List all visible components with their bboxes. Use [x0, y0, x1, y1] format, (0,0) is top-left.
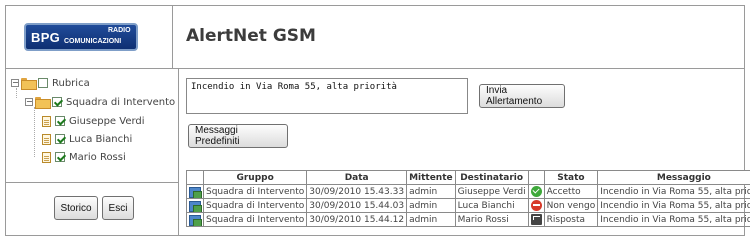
table-header-mittente[interactable]: Mittente — [406, 170, 456, 185]
row-cell-message: Incendio in Via Roma 55, alta priorità — [597, 184, 750, 199]
row-cell-status: Risposta — [543, 212, 599, 227]
group-alert-icon[interactable] — [189, 186, 202, 198]
row-cell-group: Squadra di Intervento — [202, 184, 308, 199]
row-cell-icon[interactable] — [186, 198, 204, 213]
tree-node-member[interactable]: Giuseppe Verdi — [42, 114, 145, 128]
row-cell-status: Non vengo — [543, 198, 599, 213]
table-header-row: Gruppo Data Mittente Destinatario Stato … — [186, 170, 750, 185]
row-cell-date: 30/09/2010 15.44.12 — [306, 212, 408, 227]
row-cell-message: Incendio in Via Roma 55, alta priorità — [597, 212, 750, 227]
tree-node-label: Giuseppe Verdi — [69, 115, 145, 127]
app-title: AlertNet GSM — [186, 26, 316, 46]
row-cell-icon[interactable] — [186, 184, 204, 199]
checkbox-checked[interactable] — [55, 116, 65, 126]
row-cell-recipient: Giuseppe Verdi — [454, 184, 529, 199]
table-header-destinatario[interactable]: Destinatario — [454, 170, 529, 185]
checkbox-checked[interactable] — [55, 134, 65, 144]
row-cell-sender: admin — [406, 212, 456, 227]
row-cell-status-icon — [527, 198, 545, 213]
company-logo: BPG RADIO COMUNICAZIONI — [24, 23, 138, 51]
row-cell-date: 30/09/2010 15.44.03 — [306, 198, 408, 213]
row-cell-sender: admin — [406, 198, 456, 213]
predefined-messages-button[interactable]: Messaggi Predefiniti — [188, 124, 288, 148]
folder-open-icon — [21, 78, 37, 90]
row-cell-status: Accetto — [543, 184, 599, 199]
send-alert-button[interactable]: Invia Allertamento — [479, 84, 565, 108]
table-header-icon-column — [186, 170, 204, 185]
history-button[interactable]: Storico — [54, 196, 98, 220]
tree-node-label: Luca Bianchi — [69, 133, 133, 145]
logo-cell: BPG RADIO COMUNICAZIONI — [6, 6, 173, 68]
tree-node-member[interactable]: Luca Bianchi — [42, 132, 132, 146]
message-input[interactable]: Incendio in Via Roma 55, alta priorità — [186, 78, 468, 114]
contact-document-icon — [42, 133, 51, 145]
decline-icon — [530, 200, 542, 211]
row-cell-group: Squadra di Intervento — [202, 198, 308, 213]
row-cell-recipient: Mario Rossi — [454, 212, 529, 227]
tree-node-member[interactable]: Mario Rossi — [42, 150, 126, 164]
checkbox[interactable] — [38, 78, 48, 88]
row-cell-status-icon — [527, 184, 545, 199]
header: BPG RADIO COMUNICAZIONI AlertNet GSM — [6, 6, 744, 69]
tree-node-label: Mario Rossi — [69, 151, 126, 163]
reply-icon — [530, 214, 542, 225]
table-row[interactable]: Squadra di Intervento 30/09/2010 15.43.3… — [186, 184, 750, 199]
main-panel: Incendio in Via Roma 55, alta priorità I… — [180, 69, 750, 235]
logo-text-radio: RADIO — [108, 27, 131, 34]
row-cell-recipient: Luca Bianchi — [454, 198, 529, 213]
accept-icon — [530, 186, 542, 197]
table-header-gruppo[interactable]: Gruppo — [202, 170, 308, 185]
table-header-data[interactable]: Data — [306, 170, 408, 185]
tree-connector — [34, 107, 35, 157]
exit-button[interactable]: Esci — [102, 196, 134, 220]
logo-text-comunicazioni: COMUNICAZIONI — [64, 38, 122, 45]
row-cell-sender: admin — [406, 184, 456, 199]
row-cell-message: Incendio in Via Roma 55, alta priorità — [597, 198, 750, 213]
table-row[interactable]: Squadra di Intervento 30/09/2010 15.44.1… — [186, 212, 750, 227]
collapse-toggle-icon[interactable]: − — [25, 98, 33, 106]
row-cell-status-icon — [527, 212, 545, 227]
table-row[interactable]: Squadra di Intervento 30/09/2010 15.44.0… — [186, 198, 750, 213]
tree-node-rubrica[interactable]: − Rubrica — [11, 76, 90, 90]
table-header-messaggio[interactable]: Messaggio — [597, 170, 750, 185]
checkbox-checked[interactable] — [52, 97, 62, 107]
contact-document-icon — [42, 115, 51, 127]
collapse-toggle-icon[interactable]: − — [11, 79, 19, 87]
left-button-bar: Storico Esci — [6, 183, 178, 235]
row-cell-date: 30/09/2010 15.43.33 — [306, 184, 408, 199]
row-cell-group: Squadra di Intervento — [202, 212, 308, 227]
folder-open-icon — [35, 97, 51, 109]
contacts-tree: − Rubrica − Squadra di Intervento Giusep… — [6, 69, 178, 183]
tree-node-label: Rubrica — [52, 77, 90, 89]
table-header-stato[interactable]: Stato — [543, 170, 599, 185]
logo-text-bpg: BPG — [31, 30, 61, 45]
contact-document-icon — [42, 151, 51, 163]
left-panel: − Rubrica − Squadra di Intervento Giusep… — [6, 69, 179, 235]
row-cell-icon[interactable] — [186, 212, 204, 227]
checkbox-checked[interactable] — [55, 152, 65, 162]
tree-node-group[interactable]: − Squadra di Intervento — [25, 95, 175, 109]
group-alert-icon[interactable] — [189, 200, 202, 212]
alerts-table: Gruppo Data Mittente Destinatario Stato … — [186, 170, 750, 227]
table-header-status-icon-column — [527, 170, 545, 185]
app-frame: BPG RADIO COMUNICAZIONI AlertNet GSM − R… — [5, 5, 750, 236]
tree-node-label: Squadra di Intervento — [66, 96, 176, 108]
group-alert-icon[interactable] — [189, 214, 202, 226]
